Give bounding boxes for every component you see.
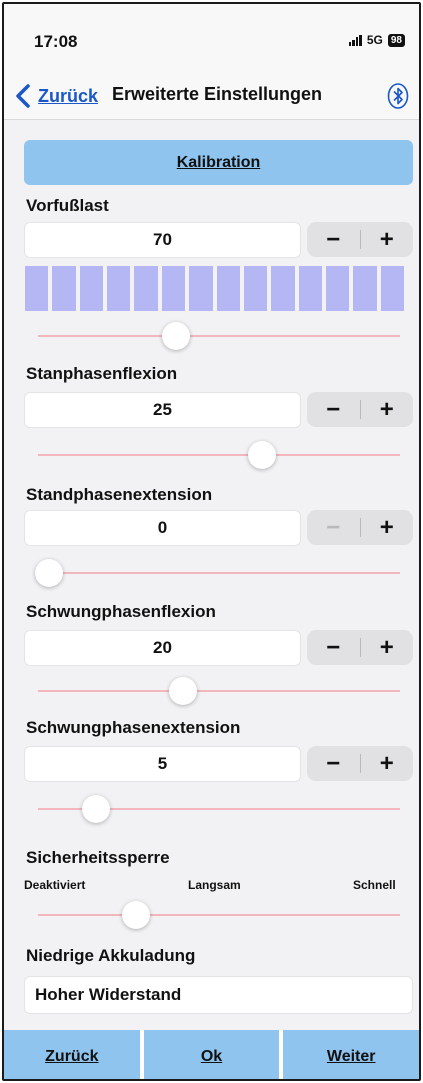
footer-ok-label: Ok <box>200 1047 223 1065</box>
level-segment <box>216 266 240 311</box>
calibration-label: Kalibration <box>176 153 261 171</box>
footer-next-button[interactable]: Weiter <box>283 1030 419 1079</box>
stance-extension-slider[interactable] <box>34 558 400 588</box>
forefoot-load-level-bar <box>25 266 405 311</box>
swing-flexion-minus-button[interactable]: − <box>307 630 360 665</box>
network-label: 5G <box>366 33 383 47</box>
footer-ok-button[interactable]: Ok <box>143 1030 280 1079</box>
slider-thumb[interactable] <box>248 441 277 469</box>
forefoot-load-plus-button[interactable]: + <box>361 222 414 257</box>
safety-lock-level-fast: Schnell <box>353 878 396 892</box>
stance-flexion-value[interactable]: 25 <box>24 392 301 428</box>
page-title: Erweiterte Einstellungen <box>112 84 323 104</box>
low-battery-label: Niedrige Akkuladung <box>26 946 196 965</box>
level-segment <box>353 266 377 311</box>
status-bar: 17:08 5G 98 <box>4 4 419 74</box>
status-indicators: 5G 98 <box>348 33 405 47</box>
slider-track <box>38 572 400 574</box>
signal-icon <box>348 34 362 46</box>
safety-lock-level-off: Deaktiviert <box>24 878 86 892</box>
level-segment <box>325 266 350 311</box>
app-frame: 17:08 5G 98 Zurück Erweiterte Einstellun… <box>2 2 421 1081</box>
slider-track <box>38 914 400 916</box>
footer-next-label: Weiter <box>326 1047 376 1065</box>
swing-flexion-label: Schwungphasenflexion <box>26 602 216 621</box>
swing-flexion-value[interactable]: 20 <box>24 630 301 666</box>
footer-back-label: Zurück <box>45 1047 99 1065</box>
calibration-button[interactable]: Kalibration <box>24 140 413 185</box>
stance-extension-plus-button[interactable]: + <box>361 510 414 545</box>
level-segment <box>25 266 49 311</box>
slider-track <box>38 690 400 692</box>
stance-flexion-label: Stanphasenflexion <box>26 364 178 383</box>
status-time: 17:08 <box>34 32 78 51</box>
level-segment <box>134 266 158 311</box>
bluetooth-icon[interactable] <box>387 82 409 110</box>
slider-track <box>38 335 400 337</box>
back-link-label: Zurück <box>38 85 99 106</box>
stance-extension-value[interactable]: 0 <box>24 510 301 546</box>
level-segment <box>79 266 104 311</box>
level-segment <box>380 266 405 311</box>
forefoot-load-stepper: − + <box>307 222 413 257</box>
swing-extension-label: Schwungphasenextension <box>26 718 241 737</box>
swing-flexion-plus-button[interactable]: + <box>361 630 414 665</box>
level-segment <box>161 266 186 311</box>
forefoot-load-label: Vorfußlast <box>26 196 109 215</box>
swing-extension-minus-button[interactable]: − <box>307 746 360 781</box>
stance-extension-minus-button[interactable]: − <box>307 510 360 545</box>
forefoot-load-minus-button[interactable]: − <box>307 222 360 257</box>
swing-flexion-stepper: − + <box>307 630 413 665</box>
stance-flexion-slider[interactable] <box>38 440 400 470</box>
battery-icon: 98 <box>387 33 405 47</box>
level-segment <box>271 266 295 311</box>
level-segment <box>189 266 213 311</box>
slider-thumb[interactable] <box>81 795 110 823</box>
level-segment <box>298 266 322 311</box>
stance-flexion-stepper: − + <box>307 392 413 427</box>
navigation-bar: Zurück Erweiterte Einstellungen <box>4 74 419 120</box>
swing-extension-stepper: − + <box>307 746 413 781</box>
slider-thumb[interactable] <box>161 322 190 350</box>
slider-thumb[interactable] <box>168 677 197 705</box>
chevron-left-icon <box>16 84 30 108</box>
safety-lock-slider[interactable] <box>38 900 400 930</box>
safety-lock-label: Sicherheitssperre <box>26 848 170 867</box>
forefoot-load-slider[interactable] <box>38 321 400 351</box>
stance-flexion-plus-button[interactable]: + <box>361 392 414 427</box>
swing-extension-plus-button[interactable]: + <box>361 746 414 781</box>
back-link[interactable]: Zurück <box>12 82 98 110</box>
swing-extension-value[interactable]: 5 <box>24 746 301 782</box>
swing-flexion-slider[interactable] <box>38 676 400 706</box>
bottom-button-bar: Zurück Ok Weiter <box>4 1030 419 1079</box>
slider-thumb[interactable] <box>34 559 63 587</box>
settings-content: Kalibration Vorfußlast 70 − + Stanphasenf… <box>4 120 419 1030</box>
low-battery-mode-select[interactable]: Hoher Widerstand <box>24 976 413 1014</box>
safety-lock-level-slow: Langsam <box>188 878 241 892</box>
stance-extension-label: Standphasenextension <box>26 485 213 504</box>
footer-back-button[interactable]: Zurück <box>4 1030 140 1079</box>
stance-flexion-minus-button[interactable]: − <box>307 392 360 427</box>
forefoot-load-value[interactable]: 70 <box>24 222 301 258</box>
stance-extension-stepper: − + <box>307 510 413 545</box>
level-segment <box>243 266 268 311</box>
swing-extension-slider[interactable] <box>38 794 400 824</box>
slider-thumb[interactable] <box>121 901 150 929</box>
slider-track <box>38 454 400 456</box>
level-segment <box>52 266 76 311</box>
level-segment <box>107 266 131 311</box>
